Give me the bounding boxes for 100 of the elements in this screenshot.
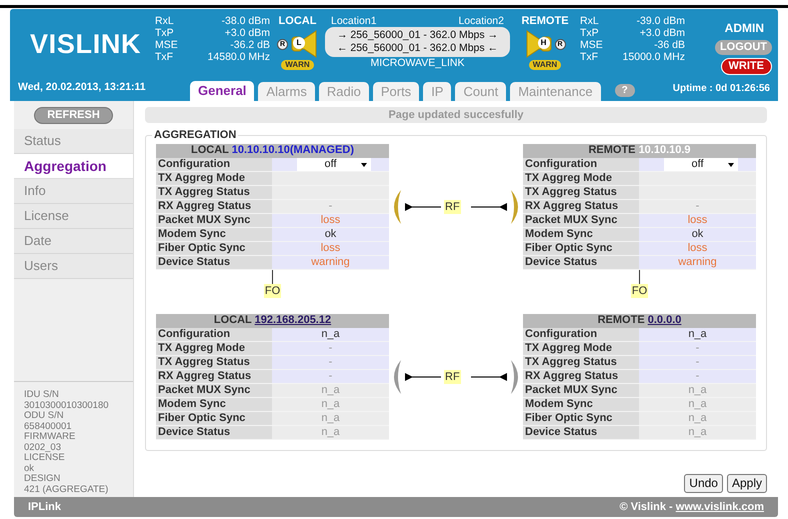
stat-label: MSE [155, 39, 179, 51]
cell-value: - [328, 342, 332, 355]
cell-value: loss [688, 214, 708, 227]
tab[interactable]: General [190, 81, 254, 101]
cell-value: n_a [321, 412, 340, 425]
row-label: RX Aggreg Status [523, 370, 639, 383]
cell-value: n_a [688, 398, 707, 411]
row-label: Device Status [156, 426, 272, 439]
row-label: Modem Sync [523, 398, 639, 411]
cell-value: ok [324, 228, 336, 241]
sidebar-item[interactable]: Aggregation [14, 154, 133, 179]
info-value: 421 (AGGREGATE) [24, 484, 110, 495]
action-button[interactable]: Apply [726, 474, 767, 493]
stat-label: TxP [155, 27, 175, 39]
row-label: Device Status [523, 256, 639, 269]
row-label: TX Aggreg Status [523, 186, 639, 199]
cell-value: n_a [688, 426, 707, 439]
caret-icon [728, 162, 734, 166]
info-label: FIRMWARE [24, 432, 76, 442]
dropdown[interactable]: off [296, 158, 370, 171]
site-title: LOCAL [278, 15, 316, 27]
row-label: Configuration [523, 328, 639, 341]
address-text: 10.10.10.10 [232, 144, 290, 156]
cell-value: warning [311, 256, 350, 269]
sidebar-item[interactable]: Users [14, 254, 133, 279]
row-label: Fiber Optic Sync [156, 412, 272, 425]
row-label: Device Status [156, 256, 272, 269]
caret-icon [360, 162, 366, 166]
row-label: Configuration [523, 158, 639, 171]
sidebar-item[interactable]: License [14, 204, 133, 229]
dropdown[interactable]: off [664, 158, 738, 171]
stat-value: -36.2 dB [229, 39, 270, 51]
row-label: Fiber Optic Sync [523, 412, 639, 425]
row-label: TX Aggreg Mode [523, 172, 639, 185]
link-name: MICROWAVE_LINK [370, 57, 466, 70]
cell-value: loss [320, 242, 340, 255]
location-label: Location2 [458, 15, 504, 27]
cell-value: loss [688, 242, 708, 255]
row-label: TX Aggreg Status [523, 356, 639, 369]
action-button[interactable]: Undo [684, 474, 723, 493]
row-label: RX Aggreg Status [156, 370, 272, 383]
cell-value: ok [692, 228, 704, 241]
info-value: 658400001 [24, 422, 73, 432]
tab[interactable]: IP [423, 82, 452, 101]
row-label: TX Aggreg Status [156, 186, 272, 199]
stat-value: +3.0 dBm [224, 27, 270, 39]
stat-value: -39.0 dBm [636, 15, 685, 27]
row-label: Configuration [156, 328, 272, 341]
help-button[interactable]: ? [614, 84, 635, 97]
cell-value: n_a [321, 328, 340, 341]
write-button[interactable]: WRITE [720, 58, 772, 75]
tab[interactable]: Alarms [258, 82, 315, 101]
link-rate: ← 256_56000_01 - 362.0 Mbps ← [336, 42, 498, 55]
tab[interactable]: Count [455, 82, 506, 101]
logout-button[interactable]: LOGOUT [714, 40, 772, 55]
cell-value: n_a [321, 384, 340, 397]
stat-label: RxL [155, 15, 175, 27]
info-value: 0202_03 [24, 442, 62, 453]
info-label: ODU S/N [24, 411, 65, 422]
link-label: RF [444, 370, 461, 384]
cell-value: - [696, 342, 700, 355]
sidebar-item[interactable]: Date [14, 229, 133, 254]
row-label: Packet MUX Sync [523, 214, 639, 227]
refresh-button[interactable]: REFRESH [34, 106, 113, 124]
stat-value: 14580.0 MHz [206, 51, 270, 63]
row-label: Modem Sync [156, 398, 272, 411]
tab[interactable]: Maintenance [510, 82, 601, 101]
status-message: Page updated succesfully [145, 107, 767, 123]
cell-value: n_a [321, 398, 340, 411]
sidebar-item[interactable]: Info [14, 179, 133, 204]
cell-value: - [696, 356, 700, 369]
info-value: 3010300010300180 [24, 400, 110, 411]
website-link[interactable]: www.vislink.com [676, 500, 764, 513]
date-time: Wed, 20.02.2013, 13:21:11 [17, 80, 147, 96]
row-label: Modem Sync [523, 228, 639, 241]
warn-badge: WARN [528, 60, 562, 70]
tab[interactable]: Ports [372, 82, 420, 101]
tab[interactable]: Radio [318, 82, 369, 101]
address-link[interactable]: 0.0.0.0 [648, 314, 682, 326]
row-label: Packet MUX Sync [523, 384, 639, 397]
row-label: TX Aggreg Mode [523, 342, 639, 355]
row-label: Packet MUX Sync [156, 214, 272, 227]
row-label: Packet MUX Sync [156, 384, 272, 397]
cell-value: - [328, 370, 332, 383]
cell-value: n_a [688, 384, 707, 397]
address-link[interactable]: 192.168.205.12 [254, 314, 332, 326]
info-label: LICENSE [24, 453, 66, 464]
site-title: REMOTE [521, 15, 569, 27]
stat-label: MSE [580, 39, 604, 51]
dropdown-value: off [690, 158, 705, 171]
row-label: RX Aggreg Status [156, 200, 272, 213]
table-title: LOCAL [214, 314, 253, 326]
stat-value: 15000.0 MHz [622, 51, 685, 63]
info-label: DESIGN [24, 474, 62, 484]
stat-label: TxF [155, 51, 174, 63]
link-rate: → 256_56000_01 - 362.0 Mbps → [336, 29, 498, 42]
cell-value: n_a [688, 328, 707, 341]
address-text: 10.10.10.9 [638, 144, 691, 156]
sidebar-item[interactable]: Status [14, 129, 133, 154]
copyright: © Vislink - www.vislink.com [620, 500, 764, 515]
